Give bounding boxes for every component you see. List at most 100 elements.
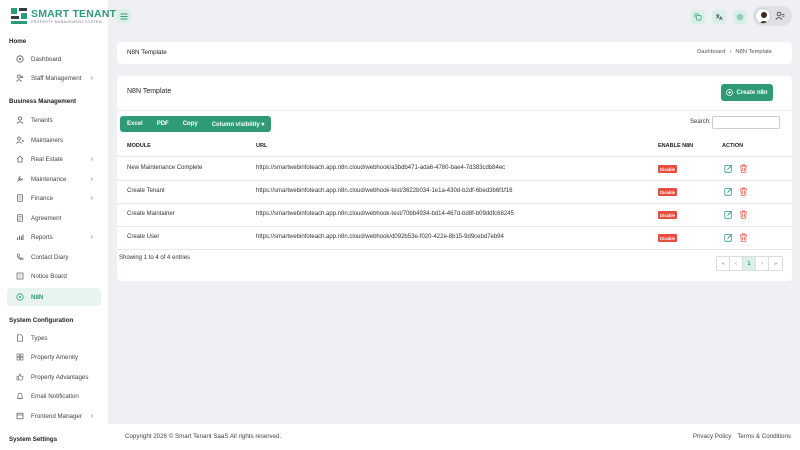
- section-system-settings: System Settings: [9, 436, 58, 443]
- terms-link[interactable]: Terms & Conditions: [737, 433, 791, 440]
- row-divider: [117, 180, 792, 181]
- column-header-enable-n8n[interactable]: ENABLE N8N: [658, 143, 693, 149]
- sidebar-item-maintainers[interactable]: Maintainers: [7, 131, 101, 149]
- sidebar-item-label: Finance: [31, 194, 54, 202]
- module-cell: Create Maintainer: [127, 211, 175, 217]
- users-icon: [15, 73, 25, 83]
- dashboard-icon: [15, 54, 25, 64]
- page-header: N8N Template Dashboard › N8N Template: [117, 42, 792, 64]
- section-system-configuration: System Configuration: [9, 317, 74, 324]
- chevron-right-icon: ›: [90, 74, 93, 82]
- sidebar-item-tenants[interactable]: Tenants: [7, 111, 101, 129]
- menu-toggle-button[interactable]: [117, 9, 131, 23]
- sidebar-item-label: Staff Management: [31, 74, 82, 82]
- status-badge[interactable]: Disable: [658, 234, 677, 242]
- breadcrumb: Dashboard › N8N Template: [697, 49, 772, 55]
- sidebar-item-agreement[interactable]: Agreement: [7, 209, 101, 227]
- column-header-action[interactable]: ACTION: [722, 143, 743, 149]
- row-divider: [117, 249, 792, 250]
- delete-icon[interactable]: [739, 210, 748, 219]
- sidebar-item-label: Property Advantages: [31, 373, 89, 381]
- divider: [117, 110, 792, 111]
- translate-icon: [715, 14, 723, 21]
- section-business-management: Business Management: [9, 98, 77, 105]
- sidebar-item-property-amenity[interactable]: Property Amenity: [7, 348, 101, 366]
- status-badge[interactable]: Disable: [658, 188, 677, 196]
- chevron-right-icon: ›: [90, 194, 93, 202]
- copy-button[interactable]: [691, 10, 705, 24]
- finance-icon: [15, 193, 25, 203]
- privacy-policy-link[interactable]: Privacy Policy: [693, 433, 732, 440]
- prev-page-button[interactable]: ‹: [730, 257, 743, 270]
- hamburger-icon: [120, 13, 128, 19]
- bell-icon: [15, 391, 25, 401]
- edit-icon[interactable]: [724, 187, 733, 196]
- chevron-right-icon: ›: [90, 175, 93, 183]
- language-button[interactable]: [712, 10, 726, 24]
- edit-icon[interactable]: [724, 233, 733, 242]
- amenity-icon: [15, 352, 25, 362]
- page-title: N8N Template: [127, 49, 167, 56]
- brand-logo[interactable]: SMART TENANT PROPERTY MANAGEMENT SYSTEM: [10, 7, 116, 25]
- excel-button[interactable]: Excel: [120, 116, 150, 132]
- plus-circle-icon: [726, 89, 734, 96]
- edit-icon[interactable]: [724, 164, 733, 173]
- module-cell: New Maintenance Complete: [127, 165, 203, 171]
- create-n8n-button[interactable]: Create n8n: [721, 84, 773, 101]
- sidebar-item-label: Types: [31, 334, 48, 342]
- sidebar-item-label: Tenants: [31, 116, 53, 124]
- sidebar-item-n8n[interactable]: N8N: [7, 288, 101, 306]
- url-cell: https://smartwebinfoteach.app.n8n.cloud/…: [256, 211, 514, 217]
- column-header-url[interactable]: URL: [256, 143, 267, 149]
- pdf-button[interactable]: PDF: [150, 116, 176, 132]
- module-cell: Create Tenant: [127, 188, 165, 194]
- sidebar-item-contact-diary[interactable]: Contact Diary: [7, 248, 101, 266]
- n8n-icon: [15, 292, 25, 302]
- first-page-button[interactable]: «: [717, 257, 730, 270]
- chevron-right-icon: ›: [90, 412, 93, 420]
- row-divider: [117, 203, 792, 204]
- sidebar-item-label: Dashboard: [31, 55, 62, 63]
- sidebar-item-label: Maintainers: [31, 136, 63, 144]
- sidebar-item-email-notification[interactable]: Email Notification: [7, 387, 101, 405]
- status-badge[interactable]: Disable: [658, 165, 677, 173]
- sidebar-item-property-advantages[interactable]: Property Advantages: [7, 368, 101, 386]
- user-gear-icon: [15, 135, 25, 145]
- sidebar-item-frontend-manager[interactable]: Frontend Manager ›: [7, 407, 101, 425]
- sidebar-item-types[interactable]: Types: [7, 329, 101, 347]
- n8n-template-card: N8N Template Create n8n Excel PDF Copy C…: [117, 76, 792, 281]
- table-info: Showing 1 to 4 of 4 entries: [119, 255, 191, 261]
- delete-icon[interactable]: [739, 233, 748, 242]
- thumbs-up-icon: [15, 372, 25, 382]
- page-button-current[interactable]: 1: [743, 257, 756, 270]
- profile-menu[interactable]: [753, 6, 792, 26]
- sidebar-item-dashboard[interactable]: Dashboard: [7, 50, 101, 68]
- sidebar-item-label: Property Amenity: [31, 353, 79, 361]
- sidebar-item-staff-management[interactable]: Staff Management ›: [7, 69, 101, 87]
- search-input[interactable]: [712, 116, 780, 129]
- sidebar-item-maintenance[interactable]: Maintenance ›: [7, 170, 101, 188]
- sidebar-item-reports[interactable]: Reports ›: [7, 228, 101, 246]
- sidebar: SMART TENANT PROPERTY MANAGEMENT SYSTEM …: [0, 0, 116, 450]
- sidebar-item-real-estate[interactable]: Real Estate ›: [7, 150, 101, 168]
- breadcrumb-home-link[interactable]: Dashboard: [697, 49, 725, 55]
- copy-export-button[interactable]: Copy: [176, 116, 205, 132]
- avatar: [755, 8, 771, 24]
- url-cell: https://smartwebinfoteach.app.n8n.cloud/…: [256, 188, 513, 194]
- sidebar-item-label: Maintenance: [31, 175, 67, 183]
- last-page-button[interactable]: »: [769, 257, 782, 270]
- edit-icon[interactable]: [724, 210, 733, 219]
- breadcrumb-current: N8N Template: [735, 49, 772, 55]
- brand-title: SMART TENANT: [31, 7, 117, 20]
- delete-icon[interactable]: [739, 164, 748, 173]
- sidebar-item-notice-board[interactable]: Notice Board: [7, 267, 101, 285]
- column-header-module[interactable]: MODULE: [127, 143, 151, 149]
- next-page-button[interactable]: ›: [756, 257, 769, 270]
- status-badge[interactable]: Disable: [658, 211, 677, 219]
- column-visibility-button[interactable]: Column visibility ▾: [205, 116, 272, 132]
- logo-icon: [10, 7, 28, 25]
- home-icon: [15, 154, 25, 164]
- settings-button[interactable]: [733, 10, 747, 24]
- sidebar-item-finance[interactable]: Finance ›: [7, 189, 101, 207]
- delete-icon[interactable]: [739, 187, 748, 196]
